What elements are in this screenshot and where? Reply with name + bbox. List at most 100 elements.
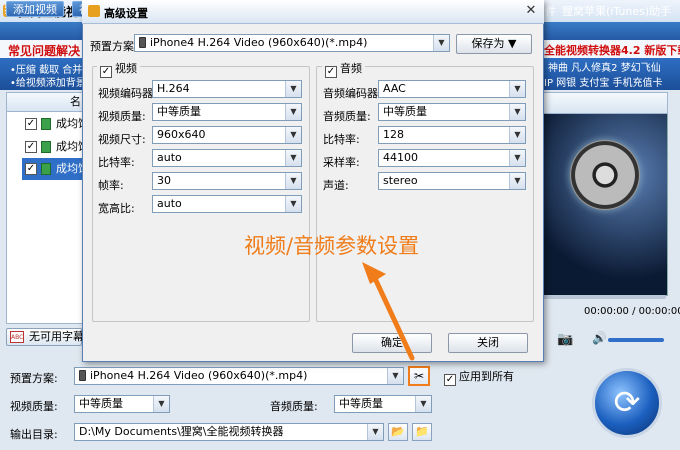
chevron-down-icon: ▼ (509, 104, 525, 120)
annotation-arrow (362, 262, 415, 361)
tip-line-2[interactable]: •给视频添加背景 (10, 74, 86, 89)
save-as-label: 保存为 (471, 37, 505, 50)
chevron-down-icon: ▼ (367, 424, 383, 440)
video-quality-value: 中等质量 (79, 397, 123, 410)
audio-bitrate-select[interactable]: 128 ▼ (378, 126, 526, 144)
chevron-down-icon: ▼ (285, 81, 301, 97)
audio-quality-dialog-select[interactable]: 中等质量 ▼ (378, 103, 526, 121)
chevron-down-icon: ▼ (509, 81, 525, 97)
video-codec-select[interactable]: H.264 ▼ (152, 80, 302, 98)
dialog-titlebar (82, 0, 544, 24)
audio-codec-select[interactable]: AAC ▼ (378, 80, 526, 98)
file-checkbox[interactable]: ✓ (25, 141, 37, 153)
dialog-preset-select[interactable]: iPhone4 H.264 Video (960x640)(*.mp4) ▼ (134, 34, 450, 52)
seek-bar[interactable] (540, 295, 666, 299)
frame-rate-select[interactable]: 30 ▼ (152, 172, 302, 190)
audio-group-title[interactable]: ✓ 音频 (322, 60, 365, 78)
ad-links-row-1[interactable]: 神曲 凡人修真2 梦幻飞仙 (548, 59, 661, 74)
field-value: 中等质量 (383, 105, 427, 118)
output-dir-value: D:\My Documents\狸窝\全能视频转换器 (79, 425, 284, 438)
audio-quality-select[interactable]: 中等质量 ▼ (334, 395, 432, 413)
field-value: auto (157, 151, 182, 164)
video-group-label: 视频 (115, 62, 137, 75)
video-quality-dialog-select[interactable]: 中等质量 ▼ (152, 103, 302, 121)
dialog-preset-label: 预置方案: (90, 40, 138, 53)
dialog-preset-value: iPhone4 H.264 Video (960x640)(*.mp4) (150, 36, 368, 49)
audio-field-label: 声道: (323, 179, 349, 192)
list-header-name[interactable]: 名 (6, 92, 86, 112)
subtitle-icon: ABC (10, 331, 24, 343)
volume-icon[interactable]: 🔊 (592, 331, 607, 345)
field-value: 中等质量 (157, 105, 201, 118)
dialog-title: 高级设置 (104, 7, 148, 20)
video-field-label: 视频质量: (98, 110, 146, 123)
file-icon (41, 141, 51, 153)
preset-label: 预置方案: (10, 372, 58, 385)
chevron-down-icon: ▼ (509, 173, 525, 189)
open-folder-icon[interactable]: 📁 (412, 423, 432, 441)
preset-select-value: iPhone4 H.264 Video (960x640)(*.mp4) (90, 369, 308, 382)
chevron-down-icon: ▼ (153, 396, 169, 412)
video-bitrate-select[interactable]: auto ▼ (152, 149, 302, 167)
audio-field-label: 音频编码器: (323, 87, 382, 100)
audio-field-label: 比特率: (323, 133, 360, 146)
audio-field-label: 音频质量: (323, 110, 371, 123)
field-value: 960x640 (157, 128, 206, 141)
chevron-down-icon: ▼ (509, 150, 525, 166)
apply-all-checkbox[interactable]: ✓ 应用到所有 (444, 368, 514, 386)
video-field-label: 帧率: (98, 179, 124, 192)
output-dir-label: 输出目录: (10, 428, 58, 441)
aspect-ratio-select[interactable]: auto ▼ (152, 195, 302, 213)
channels-select[interactable]: stereo ▼ (378, 172, 526, 190)
convert-button[interactable]: ⟳ (592, 368, 662, 438)
close-button[interactable]: 关闭 (448, 333, 528, 353)
promo-link[interactable]: 全能视频转换器4.2 新版下载 (544, 42, 680, 58)
file-checkbox[interactable]: ✓ (25, 163, 37, 175)
toolbar-item-partial[interactable]: 件 (545, 3, 556, 19)
chevron-down-icon: ▼ (509, 127, 525, 143)
audio-quality-label: 音频质量: (270, 400, 318, 413)
chevron-down-icon: ▼ (387, 368, 403, 384)
faq-link[interactable]: 常见问题解决 (8, 42, 80, 59)
chevron-down-icon: ▼ (285, 127, 301, 143)
phone-icon (139, 37, 146, 48)
apple-assistant-link[interactable]: 狸窝苹果(iTunes)助手 (562, 3, 671, 19)
chevron-down-icon: ▼ (415, 396, 431, 412)
annotation-text: 视频/音频参数设置 (244, 234, 420, 258)
video-size-select[interactable]: 960x640 ▼ (152, 126, 302, 144)
file-icon (41, 118, 51, 130)
apply-all-label: 应用到所有 (459, 370, 514, 383)
field-value: 44100 (383, 151, 418, 164)
preset-select[interactable]: iPhone4 H.264 Video (960x640)(*.mp4) ▼ (74, 367, 404, 385)
file-checkbox[interactable]: ✓ (25, 118, 37, 130)
camera-icon[interactable]: 📷 (557, 332, 573, 347)
save-as-button[interactable]: 保存为 ▼ (456, 34, 532, 54)
field-value: H.264 (157, 82, 190, 95)
ad-links-row-2[interactable]: IP 网银 支付宝 手机充值卡 (544, 74, 663, 89)
add-video-button[interactable]: 添加视频 (6, 1, 64, 17)
chevron-down-icon: ▼ (285, 196, 301, 212)
checkbox-icon: ✓ (100, 66, 112, 78)
checkbox-icon: ✓ (444, 374, 456, 386)
volume-slider[interactable] (608, 338, 664, 342)
audio-quality-value: 中等质量 (339, 397, 383, 410)
video-group-title[interactable]: ✓ 视频 (97, 60, 140, 78)
close-icon[interactable]: ✕ (524, 4, 538, 18)
output-dir-field[interactable]: D:\My Documents\狸窝\全能视频转换器 ▼ (74, 423, 384, 441)
film-reel-image (570, 140, 640, 210)
chevron-down-icon: ▼ (433, 35, 449, 51)
dialog-app-icon (88, 5, 100, 17)
chevron-down-icon: ▼ (285, 104, 301, 120)
field-value: 128 (383, 128, 404, 141)
preview-header (538, 92, 668, 114)
field-value: AAC (383, 82, 406, 95)
sample-rate-select[interactable]: 44100 ▼ (378, 149, 526, 167)
video-field-label: 宽高比: (98, 202, 135, 215)
field-value: 30 (157, 174, 171, 187)
audio-field-label: 采样率: (323, 156, 360, 169)
playback-time: 00:00:00 / 00:00:00 (584, 306, 680, 317)
chevron-down-icon: ▼ (285, 173, 301, 189)
video-field-label: 视频编码器: (98, 87, 157, 100)
browse-folder-icon[interactable]: 📂 (388, 423, 408, 441)
video-quality-select[interactable]: 中等质量 ▼ (74, 395, 170, 413)
